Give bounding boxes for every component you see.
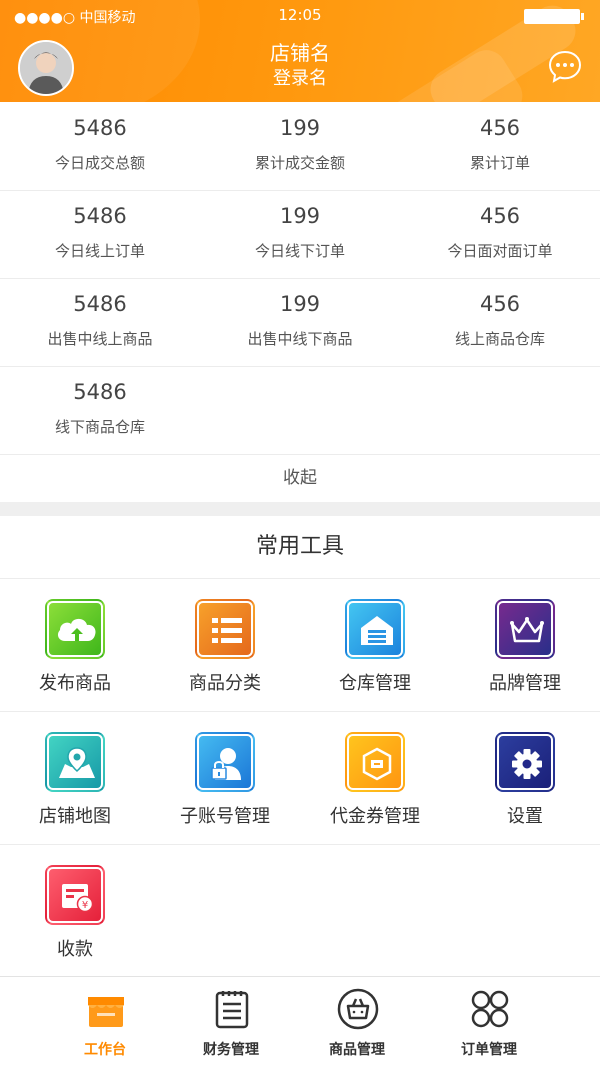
stat-cell[interactable]: 456 今日面对面订单: [400, 190, 600, 278]
stat-value: 199: [279, 292, 321, 316]
tool-store-map[interactable]: 店铺地图: [0, 712, 150, 844]
tools-title: 常用工具: [0, 516, 600, 579]
tool-settings[interactable]: 设置: [450, 712, 600, 844]
receipt-icon: ¥: [45, 865, 105, 925]
tool-label: 店铺地图: [39, 806, 111, 827]
stats-row: 5486 今日线上订单 199 今日线下订单 456 今日面对面订单: [0, 190, 600, 279]
bottom-tab-bar: 工作台 财务管理 商品管理 订单管理: [0, 976, 600, 1068]
stat-cell[interactable]: 199 今日线下订单: [200, 190, 400, 278]
stat-label: 今日线下订单: [254, 242, 345, 260]
stat-label: 出售中线下商品: [247, 330, 353, 348]
stat-value: 199: [279, 116, 321, 140]
status-bar: ●●●●○ 中国移动 12:05: [0, 0, 600, 32]
tool-warehouse[interactable]: 仓库管理: [300, 579, 450, 711]
tool-label: 代金券管理: [330, 806, 420, 827]
tool-collect-payment[interactable]: ¥ 收款: [0, 845, 150, 977]
login-name: 登录名: [273, 68, 327, 89]
stat-cell[interactable]: 456 累计订单: [400, 102, 600, 190]
tab-label: 商品管理: [329, 1042, 385, 1058]
tools-row: 店铺地图 子账号管理 代金券管理 设置: [0, 712, 600, 845]
header: ●●●●○ 中国移动 12:05 店铺名 登录名: [0, 0, 600, 102]
stat-label: 线上商品仓库: [454, 330, 545, 348]
stats-row: 5486 线下商品仓库: [0, 366, 600, 455]
tool-label: 仓库管理: [339, 673, 411, 694]
stat-label: 累计成交金额: [254, 154, 345, 172]
tool-label: 品牌管理: [489, 673, 561, 694]
stat-label: 今日成交总额: [54, 154, 145, 172]
stat-value: 5486: [73, 204, 127, 228]
store-icon: [84, 987, 128, 1031]
map-pin-icon: [45, 732, 105, 792]
stat-label: 线下商品仓库: [54, 418, 145, 436]
tab-products[interactable]: 商品管理: [282, 977, 432, 1068]
tools-row: 发布商品 商品分类 仓库管理 品牌管理: [0, 579, 600, 712]
store-info: 店铺名 登录名: [0, 40, 600, 92]
stat-label: 累计订单: [469, 154, 530, 172]
stat-label: 出售中线上商品: [47, 330, 153, 348]
tool-product-category[interactable]: 商品分类: [150, 579, 300, 711]
tool-label: 商品分类: [189, 673, 261, 694]
stat-value: 456: [479, 116, 521, 140]
tool-label: 发布商品: [39, 673, 111, 694]
stat-cell[interactable]: 5486 今日线上订单: [0, 190, 200, 278]
stat-value: 5486: [73, 380, 127, 404]
tab-label: 订单管理: [461, 1042, 517, 1058]
grid-icon: [468, 987, 512, 1031]
list-icon: [195, 599, 255, 659]
crown-icon: [495, 599, 555, 659]
tool-label: 设置: [507, 806, 543, 827]
tool-brand[interactable]: 品牌管理: [450, 579, 600, 711]
stats-row: 5486 出售中线上商品 199 出售中线下商品 456 线上商品仓库: [0, 278, 600, 367]
store-name: 店铺名: [270, 41, 330, 65]
stat-cell[interactable]: 5486 今日成交总额: [0, 102, 200, 190]
collapse-button[interactable]: 收起: [0, 454, 600, 502]
shopping-bag-icon: [336, 987, 380, 1031]
warehouse-icon: [345, 599, 405, 659]
clock: 12:05: [278, 6, 322, 24]
cloud-upload-icon: [45, 599, 105, 659]
section-divider: [0, 502, 600, 516]
stat-cell[interactable]: 5486 出售中线上商品: [0, 278, 200, 366]
common-tools-panel: 常用工具 发布商品 商品分类 仓库管理 品牌管理 店铺地图 子账号管理 代金券管…: [0, 516, 600, 976]
tab-orders[interactable]: 订单管理: [414, 977, 564, 1068]
stats-row: 5486 今日成交总额 199 累计成交金额 456 累计订单: [0, 102, 600, 191]
clipboard-icon: [210, 987, 254, 1031]
stat-value: 456: [479, 204, 521, 228]
stat-cell[interactable]: 456 线上商品仓库: [400, 278, 600, 366]
tools-row: ¥ 收款: [0, 845, 600, 977]
battery-icon: [524, 9, 584, 24]
message-icon[interactable]: [548, 49, 582, 83]
svg-text:¥: ¥: [82, 900, 88, 911]
tool-label: 收款: [57, 939, 93, 960]
user-lock-icon: [195, 732, 255, 792]
coupon-icon: [345, 732, 405, 792]
stat-value: 199: [279, 204, 321, 228]
stat-cell[interactable]: 5486 线下商品仓库: [0, 366, 200, 454]
tool-coupon[interactable]: 代金券管理: [300, 712, 450, 844]
tool-sub-account[interactable]: 子账号管理: [150, 712, 300, 844]
stat-value: 456: [479, 292, 521, 316]
tool-publish-product[interactable]: 发布商品: [0, 579, 150, 711]
stat-value: 5486: [73, 292, 127, 316]
stat-value: 5486: [73, 116, 127, 140]
tool-label: 子账号管理: [180, 806, 270, 827]
stat-label: 今日线上订单: [54, 242, 145, 260]
stat-cell[interactable]: 199 出售中线下商品: [200, 278, 400, 366]
stat-label: 今日面对面订单: [447, 242, 553, 260]
gear-icon: [495, 732, 555, 792]
stats-panel: 5486 今日成交总额 199 累计成交金额 456 累计订单 5486 今日线…: [0, 102, 600, 502]
stat-cell[interactable]: 199 累计成交金额: [200, 102, 400, 190]
